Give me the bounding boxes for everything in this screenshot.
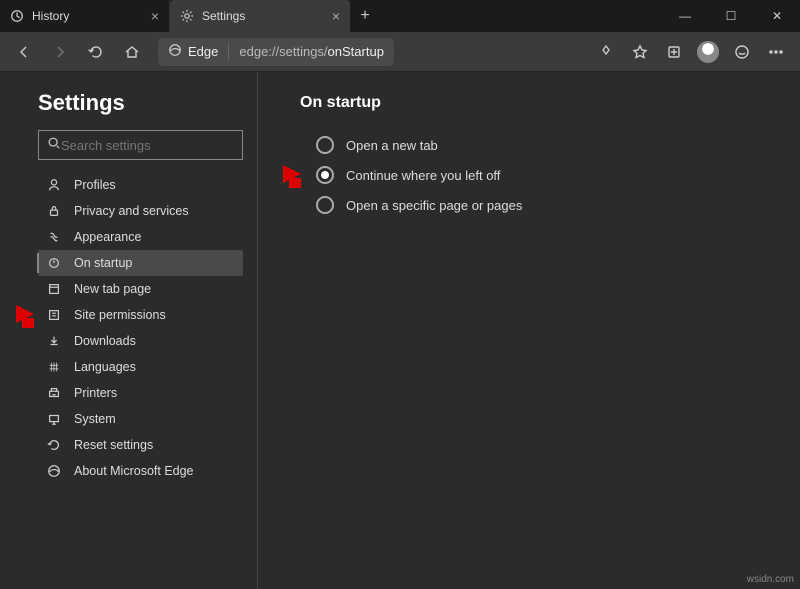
radio-icon[interactable] <box>316 136 334 154</box>
close-icon[interactable]: × <box>151 8 159 24</box>
search-input[interactable] <box>61 138 237 153</box>
profile-button[interactable] <box>692 36 724 68</box>
menu-button[interactable] <box>760 36 792 68</box>
tab-settings[interactable]: Settings × <box>170 0 350 32</box>
forward-button[interactable] <box>44 36 76 68</box>
sidebar-item-label: Appearance <box>74 230 141 244</box>
content-area: Settings Profiles Privacy and services App… <box>0 72 800 589</box>
permissions-icon <box>46 307 62 323</box>
avatar-icon <box>697 41 719 63</box>
lock-icon <box>46 203 62 219</box>
sidebar-item-label: On startup <box>74 256 132 270</box>
annotation-arrow-option <box>283 165 301 183</box>
profile-icon <box>46 177 62 193</box>
page-heading: On startup <box>300 94 770 112</box>
address-bar[interactable]: Edge edge://settings/onStartup <box>158 38 394 66</box>
close-icon[interactable]: × <box>332 8 340 24</box>
sidebar-item-label: New tab page <box>74 282 151 296</box>
edge-label: Edge <box>188 44 218 59</box>
tab-label: Settings <box>202 9 245 23</box>
collections-button[interactable] <box>658 36 690 68</box>
tab-icon <box>46 281 62 297</box>
sidebar-item-about-edge[interactable]: About Microsoft Edge <box>38 458 243 484</box>
close-window-button[interactable]: ✕ <box>754 0 800 32</box>
maximize-button[interactable]: ☐ <box>708 0 754 32</box>
main-panel: On startup Open a new tab Continue where … <box>258 72 800 589</box>
sidebar-item-privacy[interactable]: Privacy and services <box>38 198 243 224</box>
history-icon <box>10 9 24 23</box>
startup-option-2[interactable]: Open a specific page or pages <box>316 190 770 220</box>
search-icon <box>47 136 61 155</box>
system-icon <box>46 411 62 427</box>
watermark: wsidn.com <box>747 574 794 585</box>
option-label: Open a specific page or pages <box>346 198 522 213</box>
startup-option-0[interactable]: Open a new tab <box>316 130 770 160</box>
power-icon <box>46 255 62 271</box>
sidebar-item-label: Site permissions <box>74 308 166 322</box>
download-icon <box>46 333 62 349</box>
option-label: Continue where you left off <box>346 168 500 183</box>
sidebar-item-languages[interactable]: Languages <box>38 354 243 380</box>
feedback-button[interactable] <box>726 36 758 68</box>
edge-icon <box>46 463 62 479</box>
sidebar-item-new-tab-page[interactable]: New tab page <box>38 276 243 302</box>
settings-sidebar: Settings Profiles Privacy and services App… <box>0 72 258 589</box>
toolbar: Edge edge://settings/onStartup <box>0 32 800 72</box>
minimize-button[interactable]: — <box>662 0 708 32</box>
sidebar-item-reset-settings[interactable]: Reset settings <box>38 432 243 458</box>
sidebar-item-label: System <box>74 412 116 426</box>
read-aloud-icon[interactable] <box>590 36 622 68</box>
printer-icon <box>46 385 62 401</box>
site-identity[interactable]: Edge <box>158 43 229 60</box>
annotation-arrow-sidebar <box>16 305 34 323</box>
sidebar-item-label: About Microsoft Edge <box>74 464 194 478</box>
gear-icon <box>180 9 194 23</box>
radio-icon[interactable] <box>316 196 334 214</box>
sidebar-item-appearance[interactable]: Appearance <box>38 224 243 250</box>
search-settings-box[interactable] <box>38 130 243 160</box>
new-tab-button[interactable]: + <box>350 7 380 25</box>
window-controls: — ☐ ✕ <box>662 0 800 32</box>
sidebar-item-label: Printers <box>74 386 117 400</box>
back-button[interactable] <box>8 36 40 68</box>
tab-history[interactable]: History × <box>0 0 170 32</box>
favorite-button[interactable] <box>624 36 656 68</box>
edge-icon <box>168 43 182 60</box>
sidebar-item-label: Downloads <box>74 334 136 348</box>
startup-option-1[interactable]: Continue where you left off <box>316 160 770 190</box>
sidebar-item-label: Languages <box>74 360 136 374</box>
home-button[interactable] <box>116 36 148 68</box>
url-text: edge://settings/onStartup <box>229 44 394 59</box>
tab-label: History <box>32 9 69 23</box>
reset-icon <box>46 437 62 453</box>
sidebar-title: Settings <box>38 90 243 116</box>
sidebar-item-label: Profiles <box>74 178 116 192</box>
sidebar-item-downloads[interactable]: Downloads <box>38 328 243 354</box>
sidebar-item-system[interactable]: System <box>38 406 243 432</box>
option-label: Open a new tab <box>346 138 438 153</box>
brush-icon <box>46 229 62 245</box>
sidebar-item-label: Reset settings <box>74 438 153 452</box>
refresh-button[interactable] <box>80 36 112 68</box>
sidebar-item-profiles[interactable]: Profiles <box>38 172 243 198</box>
sidebar-item-label: Privacy and services <box>74 204 189 218</box>
sidebar-item-on-startup[interactable]: On startup <box>38 250 243 276</box>
language-icon <box>46 359 62 375</box>
sidebar-item-site-permissions[interactable]: Site permissions <box>38 302 243 328</box>
sidebar-item-printers[interactable]: Printers <box>38 380 243 406</box>
titlebar: History × Settings × + — ☐ ✕ <box>0 0 800 32</box>
radio-icon[interactable] <box>316 166 334 184</box>
